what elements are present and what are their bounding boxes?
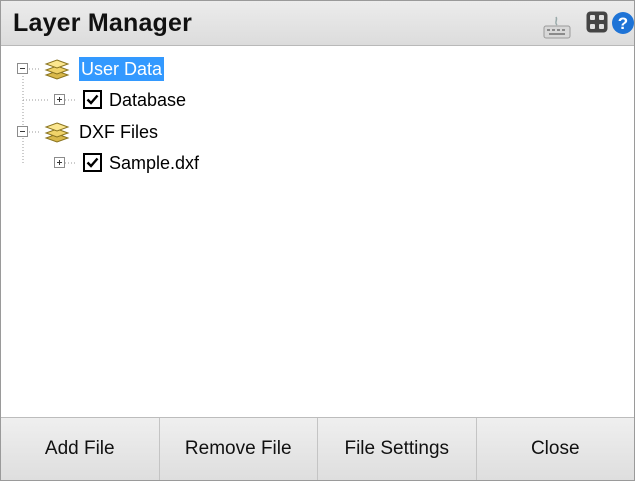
- expand-toggle[interactable]: [54, 94, 65, 105]
- tree-node-user-data[interactable]: User Data: [9, 57, 309, 81]
- close-button[interactable]: Close: [476, 418, 634, 480]
- layers-icon: [44, 122, 70, 143]
- remove-file-button[interactable]: Remove File: [159, 418, 318, 480]
- title-bar: Layer Manager ?: [1, 1, 634, 46]
- collapse-toggle[interactable]: [17, 126, 28, 137]
- layer-tree: User Data Database DXF Files Sample.dxf: [9, 47, 634, 418]
- file-settings-button[interactable]: File Settings: [318, 418, 477, 480]
- tree-node-label: Sample.dxf: [109, 153, 200, 173]
- help-icon[interactable]: ?: [611, 11, 635, 35]
- layers-icon: [44, 59, 70, 80]
- layer-visibility-checkbox[interactable]: [83, 153, 102, 172]
- svg-text:?: ?: [618, 14, 628, 33]
- tree-node-database[interactable]: Database: [9, 88, 309, 112]
- checkmark-icon: [86, 94, 99, 105]
- layer-manager-window: Layer Manager ? User Data Database DXF F…: [0, 0, 635, 481]
- tree-node-dxf-files[interactable]: DXF Files: [9, 120, 309, 144]
- expand-toggle[interactable]: [54, 157, 65, 168]
- add-file-button[interactable]: Add File: [1, 418, 160, 480]
- tree-node-label: User Data: [79, 57, 165, 81]
- grid-view-icon[interactable]: [586, 11, 608, 33]
- tree-node-sample-dxf[interactable]: Sample.dxf: [9, 151, 309, 175]
- tree-node-label: DXF Files: [79, 122, 159, 142]
- keyboard-icon[interactable]: [542, 15, 572, 39]
- tree-node-label: Database: [109, 90, 187, 110]
- checkmark-icon: [86, 157, 99, 168]
- button-bar: Add File Remove File File Settings Close: [1, 417, 634, 480]
- collapse-toggle[interactable]: [17, 63, 28, 74]
- layer-visibility-checkbox[interactable]: [83, 90, 102, 109]
- window-title: Layer Manager: [13, 9, 193, 37]
